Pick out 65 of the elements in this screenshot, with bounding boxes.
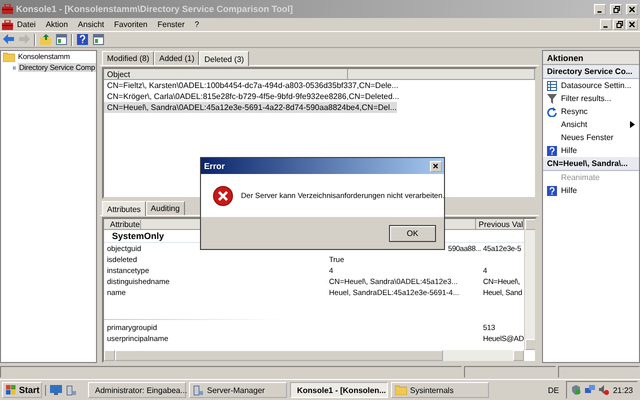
server-icon bbox=[66, 384, 77, 396]
menu-item[interactable]: ? bbox=[190, 20, 204, 29]
app-icon bbox=[2, 4, 13, 14]
menu-item[interactable]: Aktion bbox=[42, 20, 72, 29]
server-icon bbox=[193, 384, 204, 396]
panel-button[interactable] bbox=[92, 33, 105, 46]
taskbar-button[interactable]: Administrator: Eingabea... bbox=[88, 382, 186, 398]
help-button[interactable] bbox=[76, 33, 89, 46]
start-button[interactable]: Start bbox=[2, 382, 42, 398]
close-button[interactable] bbox=[430, 160, 442, 172]
back-button[interactable] bbox=[2, 33, 15, 46]
action-item[interactable]: Neues Fenster bbox=[561, 133, 639, 142]
app-icon bbox=[2, 20, 13, 30]
clock: 21:23 bbox=[612, 386, 633, 394]
action-item[interactable]: Hilfe bbox=[561, 146, 639, 155]
window-title: Konsole1 - [Konsolenstamm\Directory Service Comparison Tool] bbox=[16, 4, 294, 14]
panel-button[interactable] bbox=[55, 33, 68, 46]
menu-item[interactable]: Datei bbox=[13, 20, 40, 29]
menu-item[interactable]: Ansicht bbox=[74, 20, 108, 29]
help-icon bbox=[547, 146, 557, 156]
menu-item[interactable]: Favoriten bbox=[110, 20, 152, 29]
filter-icon bbox=[547, 94, 557, 104]
vertical-scrollbar[interactable] bbox=[524, 219, 535, 350]
network-icon[interactable] bbox=[584, 385, 595, 395]
action-item[interactable]: Resync bbox=[561, 107, 639, 116]
list-row[interactable]: CN=Fieltz\, Karsten\0ADEL:100b4454-dc7a-494d-a803-0536d35bf337,CN=Dele... bbox=[104, 80, 398, 91]
list-row[interactable]: CN=Heuel\, Sandra\0ADEL:45a12e3e-5691-4a22-8d74-590aa8824be4,CN=Del... bbox=[104, 102, 397, 113]
table-icon bbox=[547, 80, 557, 90]
group-header: SystemOnly bbox=[112, 231, 164, 241]
tab[interactable]: Added (1) bbox=[154, 51, 200, 65]
menu-item[interactable]: Fenster bbox=[154, 20, 189, 29]
tab[interactable]: Auditing bbox=[146, 201, 185, 215]
up-folder-button[interactable] bbox=[39, 33, 52, 46]
tab[interactable]: Attributes bbox=[102, 201, 146, 216]
horizontal-scrollbar[interactable] bbox=[104, 350, 524, 361]
minimize-button[interactable] bbox=[600, 19, 612, 30]
refresh-icon bbox=[547, 106, 557, 116]
speaker-muted-icon[interactable] bbox=[598, 385, 609, 395]
error-icon bbox=[213, 186, 233, 206]
taskbar-button[interactable]: Sysinternals bbox=[391, 382, 489, 398]
folder-icon bbox=[3, 52, 15, 62]
pane-title: Aktionen bbox=[547, 52, 584, 62]
ok-button[interactable]: OK bbox=[389, 224, 436, 242]
taskbar-button[interactable]: Konsole1 - [Konsolen... bbox=[290, 382, 388, 398]
close-button[interactable] bbox=[626, 19, 638, 30]
column-header[interactable]: Attribute bbox=[107, 220, 141, 228]
action-item[interactable]: Ansicht bbox=[561, 120, 626, 129]
tab[interactable]: Modified (8) bbox=[102, 51, 154, 65]
action-item[interactable]: Datasource Settin... bbox=[561, 81, 639, 90]
minimize-button[interactable] bbox=[594, 4, 606, 14]
action-item[interactable]: Filter results... bbox=[561, 94, 639, 103]
language-indicator[interactable]: DE bbox=[544, 386, 563, 394]
dialog-title: Error bbox=[204, 161, 225, 171]
action-item[interactable]: Hilfe bbox=[561, 186, 639, 195]
desktop-icon[interactable] bbox=[50, 384, 62, 394]
taskbar-button[interactable]: Server-Manager bbox=[189, 382, 287, 398]
restore-button[interactable] bbox=[613, 19, 625, 30]
help-icon bbox=[547, 186, 557, 196]
tab[interactable]: Deleted (3) bbox=[199, 51, 249, 66]
flag-icon bbox=[6, 385, 16, 395]
restore-button[interactable] bbox=[610, 4, 622, 14]
shield-icon[interactable] bbox=[570, 385, 581, 395]
folder-icon bbox=[395, 385, 407, 395]
list-row[interactable]: CN=Kröger\, Carla\0ADEL:815e28fc-b729-4f5e-9bfd-9fe932ee8286,CN=Deleted... bbox=[104, 91, 400, 102]
close-button[interactable] bbox=[626, 4, 638, 14]
